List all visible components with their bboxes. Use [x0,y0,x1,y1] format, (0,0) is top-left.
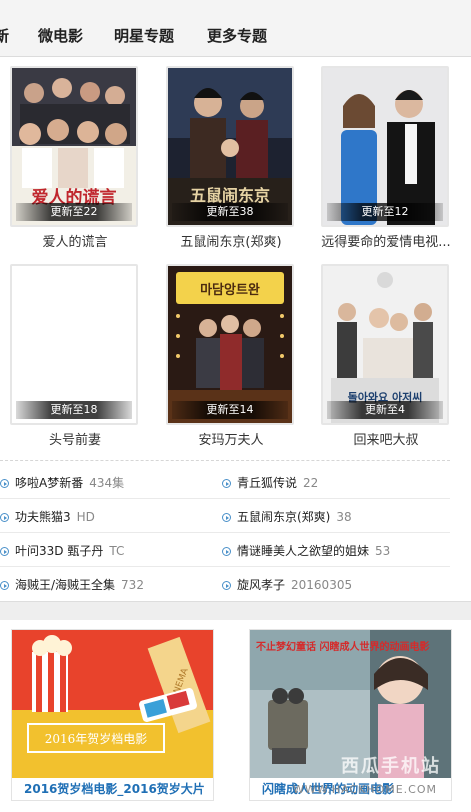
tab-star-topics[interactable]: 明星专题 [114,25,174,46]
play-icon [0,513,9,522]
update-badge: 更新至4 [327,401,443,419]
tab-micro-film[interactable]: 微电影 [38,25,83,46]
update-badge: 更新至18 [16,401,132,419]
watermark-url: WWW.HACKHOME.COM [292,783,437,796]
poster-title[interactable]: 回来吧大叔 [311,429,461,448]
list-item[interactable]: 情谜睡美人之欲望的姐妹 53 [222,542,390,559]
tab-new[interactable]: 新 [0,25,9,46]
feature-card[interactable]: 不止梦幻童话 闪瞎成人世界的动画电影 闪瞎成人世界的动画电影 西瓜手机站 WWW… [249,629,452,801]
poster-image[interactable]: 五鼠闹东京 更新至38 [166,66,294,227]
category-tab-bar: 新 微电影 明星专题 更多专题 [0,0,471,57]
poster-title[interactable]: 五鼠闹东京(郑爽) [156,231,306,250]
row-separator [0,498,450,499]
list-item[interactable]: 功夫熊猫3 HD [0,508,95,525]
play-icon [222,513,231,522]
update-badge: 更新至38 [172,203,288,221]
list-item[interactable]: 五鼠闹东京(郑爽) 38 [222,508,352,525]
play-icon [0,581,9,590]
poster-image[interactable]: 돌아와요 아저씨 更新至4 [321,264,449,425]
banner-text: 不止梦幻童话 闪瞎成人世界的动画电影 [256,640,429,653]
watermark-text: 西瓜手机站 [341,756,441,777]
play-icon [0,547,9,556]
poster-title-art: 마담앙트완 [200,282,260,298]
poster-image[interactable]: 爱人的谎言 更新至22 [10,66,138,227]
play-icon [222,479,231,488]
list-item[interactable]: 海贼王/海贼王全集 732 [0,576,144,593]
poster-image[interactable]: 마담앙트완 更新至14 [166,264,294,425]
update-badge: 更新至12 [327,203,443,221]
section-gap [0,601,471,620]
section-divider [0,460,450,461]
poster-title[interactable]: 爱人的谎言 [0,231,150,250]
row-separator [0,566,450,567]
feature-banner[interactable]: CINEMA 2016年贺岁档电影 [12,630,213,778]
play-icon [222,581,231,590]
poster-image[interactable]: 更新至12 [321,66,449,227]
feature-caption[interactable]: 2016贺岁档电影_2016贺岁大片 [12,778,213,800]
update-badge: 更新至22 [16,203,132,221]
list-item[interactable]: 哆啦A梦新番 434集 [0,474,124,491]
play-icon [222,547,231,556]
feature-card[interactable]: CINEMA 2016年贺岁档电影 2016贺岁档电影_2016贺岁大片 [11,629,214,801]
banner-text: 2016年贺岁档电影 [45,731,148,746]
list-item[interactable]: 青丘狐传说 22 [222,474,318,491]
list-item[interactable]: 叶问33D 甄子丹 TC [0,542,124,559]
poster-title[interactable]: 头号前妻 [0,429,150,448]
update-badge: 更新至14 [172,401,288,419]
tab-more-topics[interactable]: 更多专题 [207,25,267,46]
poster-title[interactable]: 安玛万夫人 [156,429,306,448]
row-separator [0,532,450,533]
play-icon [0,479,9,488]
list-item[interactable]: 旋风孝子 20160305 [222,576,352,593]
poster-title[interactable]: 远得要命的爱情电视... [311,231,461,250]
poster-image[interactable]: 更新至18 [10,264,138,425]
